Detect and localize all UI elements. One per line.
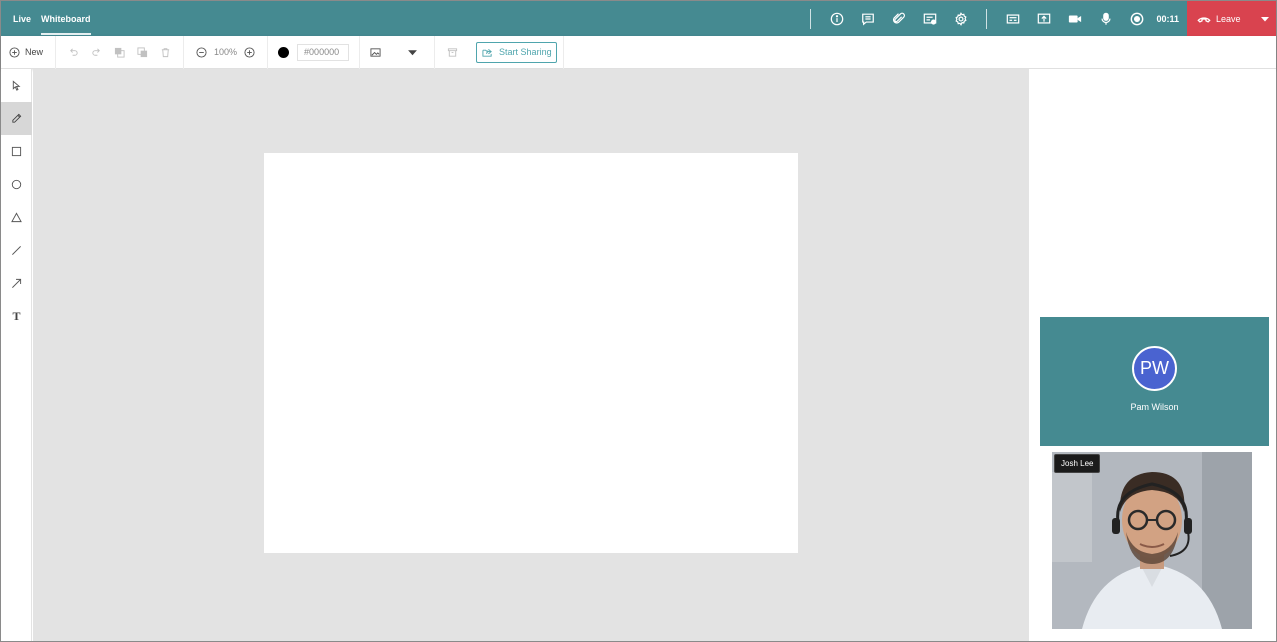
record-icon [1130,12,1144,25]
info-button[interactable] [821,1,852,36]
caret-down-icon [408,49,417,55]
notes-button[interactable] [914,1,945,36]
tool-rectangle[interactable] [1,135,32,168]
new-button[interactable]: New [3,36,49,69]
zoom-in-button[interactable] [240,36,261,69]
call-timer: 00:11 [1156,13,1179,24]
leave-label: Leave [1216,13,1241,24]
video-feed [1052,452,1252,629]
toolbar-group-image [360,35,436,69]
participant-video-tile[interactable]: Josh Lee [1052,452,1252,629]
text-icon: T [12,309,21,323]
new-label: New [25,47,44,57]
top-bar: Live Whiteboard 00:11 Leave [1,1,1276,36]
chat-button[interactable] [852,1,883,36]
participant-name: Pam Wilson [1130,402,1179,412]
plus-circle-icon [9,46,20,58]
redo-icon [92,48,100,56]
chat-icon [862,13,874,26]
cursor-icon [12,80,21,91]
leave-button[interactable]: Leave [1187,1,1276,36]
bring-forward-button[interactable] [108,36,131,69]
whiteboard-canvas[interactable] [264,153,798,553]
divider [810,8,812,29]
caret-down-icon[interactable] [1260,14,1270,24]
screen-share-button[interactable] [1028,1,1059,36]
undo-button[interactable] [62,36,85,69]
insert-image-button[interactable] [364,36,387,69]
toolbar-group-zoom: 100% [184,35,269,69]
archive-button[interactable] [441,36,474,69]
toolbar-group-file: New [1,35,57,69]
settings-button[interactable] [945,1,976,36]
tool-pencil[interactable] [1,102,32,135]
participant-name-tag: Josh Lee [1054,454,1101,473]
send-backward-icon [137,46,148,57]
image-icon [370,47,381,57]
archive-icon [447,47,458,57]
color-hex-input[interactable] [297,43,350,61]
triangle-icon [11,212,22,223]
captions-icon [1006,13,1020,24]
square-icon [11,146,22,157]
bring-forward-icon [114,47,125,58]
undo-icon [70,48,78,56]
line-icon [12,246,21,255]
tool-line[interactable] [1,234,32,267]
start-sharing-button[interactable]: Start Sharing [476,41,557,63]
tab-live[interactable]: Live [8,1,36,36]
attachment-icon [892,12,905,24]
avatar: PW [1132,346,1177,391]
arrow-icon [12,278,22,288]
zoom-out-button[interactable] [190,36,211,69]
tab-whiteboard[interactable]: Whiteboard [36,1,96,36]
camera-icon [1068,15,1082,22]
trash-icon [161,47,170,57]
attachment-button[interactable] [883,1,914,36]
captions-button[interactable] [997,1,1028,36]
toolbar-group-share: Start Sharing [435,35,564,69]
image-dropdown-button[interactable] [401,36,424,69]
camera-button[interactable] [1059,1,1090,36]
microphone-button[interactable] [1090,1,1121,36]
record-button[interactable] [1121,1,1152,36]
screen-share-icon [1037,13,1051,24]
phone-hangup-icon [1197,16,1211,23]
microphone-icon [1101,12,1111,25]
delete-button[interactable] [154,36,177,69]
tool-circle[interactable] [1,168,32,201]
zoom-level: 100% [214,47,238,57]
tool-triangle[interactable] [1,201,32,234]
toolbar-group-edit [56,35,185,69]
tool-rail: T [1,69,32,641]
tool-select[interactable] [1,69,32,102]
redo-button[interactable] [85,36,108,69]
canvas-area [33,69,1029,641]
tool-text[interactable]: T [1,300,32,333]
top-bar-controls: 00:11 Leave [800,1,1276,36]
start-sharing-label: Start Sharing [499,47,552,57]
send-backward-button[interactable] [131,36,154,69]
circle-icon [11,179,22,190]
toolbar-group-color [268,35,361,69]
tool-arrow[interactable] [1,267,32,300]
minus-circle-icon [196,46,207,58]
share-icon [482,48,492,57]
plus-circle-icon [244,46,255,58]
participants-panel: PW Pam Wilson Josh Lee [1029,69,1276,641]
participant-tile[interactable]: PW Pam Wilson [1040,317,1269,446]
notes-icon [923,13,937,25]
pencil-icon [12,113,22,123]
whiteboard-toolbar: New 100% #000000 Start Sharing [1,35,1276,69]
color-swatch[interactable] [278,46,290,58]
settings-icon [955,11,967,26]
info-icon [830,12,844,25]
divider [986,8,988,29]
